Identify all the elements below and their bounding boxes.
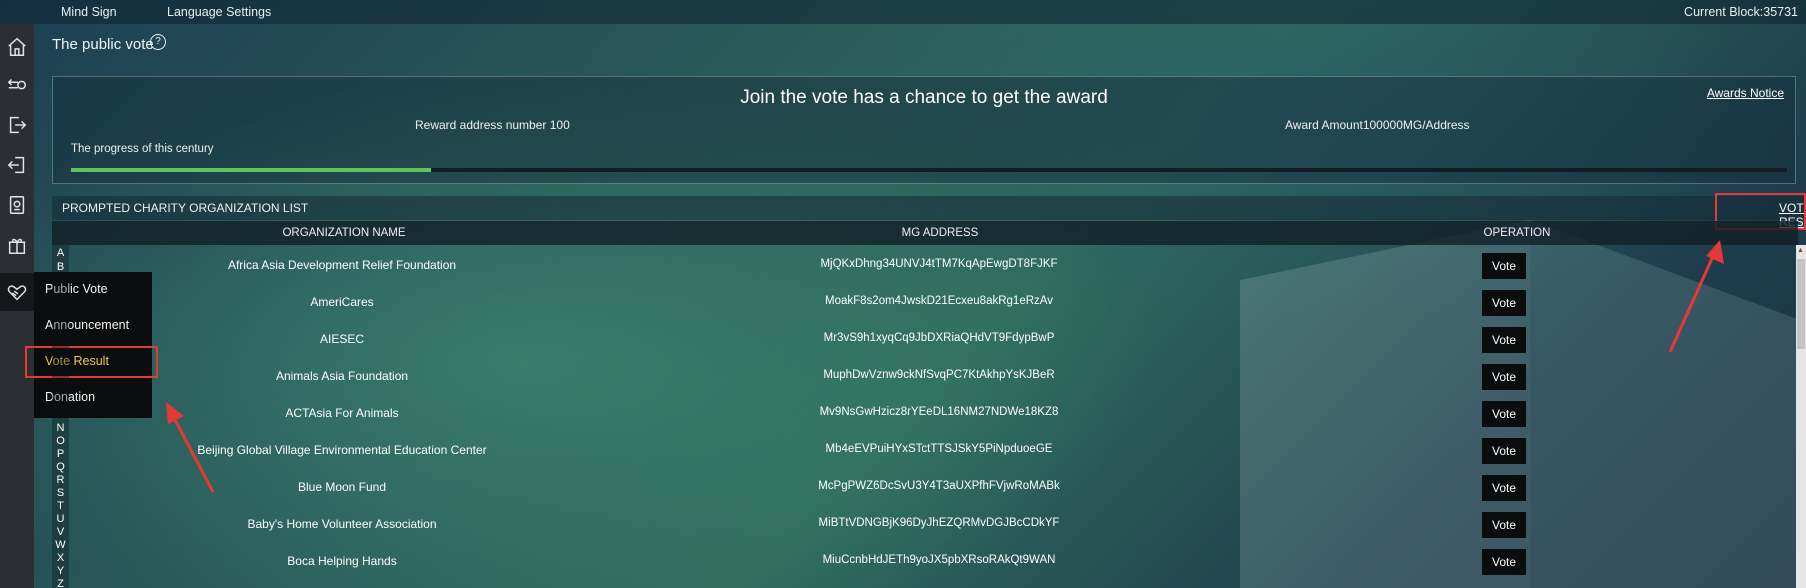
- mg-address: MjQKxDhng34UNVJ4tTM7KqApEwgDT8FJKF: [820, 258, 1058, 270]
- organization-name: Boca Helping Hands: [287, 554, 397, 568]
- vote-button[interactable]: Vote: [1482, 512, 1526, 538]
- alpha-letter[interactable]: W: [52, 539, 69, 551]
- alpha-letter[interactable]: U: [52, 513, 69, 525]
- alpha-letter[interactable]: Q: [52, 461, 69, 473]
- alpha-letter[interactable]: V: [52, 526, 69, 538]
- alpha-letter[interactable]: R: [52, 474, 69, 486]
- column-operation: OPERATION: [1483, 227, 1551, 239]
- organization-name: Animals Asia Foundation: [275, 369, 409, 383]
- alpha-letter[interactable]: Y: [52, 565, 69, 577]
- vote-button[interactable]: Vote: [1482, 549, 1526, 575]
- mg-address: McPgPWZ6DcSvU3Y4T3aUXPfhFVjwRoMABk: [818, 480, 1060, 492]
- mg-address: MuphDwVznw9ckNfSvqPC7KtAkhpYsKJBeR: [823, 369, 1055, 381]
- vote-button[interactable]: Vote: [1482, 327, 1526, 353]
- alphabet-index: A B N O P Q R S T U V W X Y Z: [52, 245, 69, 588]
- progress-fill: [71, 168, 432, 172]
- mg-address: MiuCcnbHdJETh9yoJX5pbXRsoRAkQt9WAN: [822, 554, 1056, 566]
- table-row: AmeriCares MoakF8s2om4JwskD21Ecxeu8akRg1…: [69, 284, 1798, 321]
- column-mg-address: MG ADDRESS: [901, 227, 979, 239]
- table-row: Baby's Home Volunteer Association MiBTtV…: [69, 506, 1798, 543]
- scroll-up-icon[interactable]: ▲: [1797, 247, 1804, 254]
- organization-name: Africa Asia Development Relief Foundatio…: [227, 258, 457, 272]
- table-row: Animals Asia Foundation MuphDwVznw9ckNfS…: [69, 358, 1798, 395]
- table-column-header: ORGANIZATION NAME MG ADDRESS OPERATION: [52, 221, 1798, 245]
- awards-notice-link[interactable]: Awards Notice: [1707, 86, 1784, 100]
- award-title: Join the vote has a chance to get the aw…: [740, 87, 1108, 108]
- table-scrollbar[interactable]: ▲: [1796, 245, 1806, 588]
- page-title: The public vote: [52, 36, 154, 53]
- mg-address: Mb4eEVPuiHYxSTctTTSJSkY5PiNpduoeGE: [825, 443, 1053, 455]
- help-icon[interactable]: ?: [150, 34, 166, 50]
- alpha-letter[interactable]: X: [52, 552, 69, 564]
- table-row: Africa Asia Development Relief Foundatio…: [69, 247, 1798, 284]
- table-row: Beijing Global Village Environmental Edu…: [69, 432, 1798, 469]
- vote-button[interactable]: Vote: [1482, 253, 1526, 279]
- vote-button[interactable]: Vote: [1482, 438, 1526, 464]
- organization-name: Beijing Global Village Environmental Edu…: [197, 443, 487, 457]
- award-amount: Award Amount100000MG/Address: [1285, 118, 1470, 132]
- heart-hands-icon[interactable]: [0, 273, 34, 311]
- gift-icon[interactable]: [4, 232, 30, 258]
- top-bar: Mind Sign Language Settings Current Bloc…: [0, 0, 1806, 24]
- transfer-icon[interactable]: [4, 72, 30, 98]
- organization-name: ACTAsia For Animals: [285, 406, 399, 420]
- mg-address: Mr3vS9h1xyqCq9JbDXRiaQHdVT9FdypBwP: [823, 332, 1055, 344]
- table-row: ACTAsia For Animals Mv9NsGwHzicz8rYEeDL1…: [69, 395, 1798, 432]
- alpha-letter[interactable]: A: [52, 247, 69, 259]
- home-icon[interactable]: [4, 34, 30, 60]
- vote-button[interactable]: Vote: [1482, 475, 1526, 501]
- table-row: AIESEC Mr3vS9h1xyqCq9JbDXRiaQHdVT9FdypBw…: [69, 321, 1798, 358]
- column-organization-name: ORGANIZATION NAME: [282, 227, 406, 239]
- progress-bar: [71, 168, 1787, 172]
- award-panel: Join the vote has a chance to get the aw…: [52, 76, 1796, 184]
- login-icon[interactable]: [4, 152, 30, 178]
- alpha-letter[interactable]: P: [52, 448, 69, 460]
- alpha-letter[interactable]: T: [52, 500, 69, 512]
- organization-name: AmeriCares: [310, 295, 374, 309]
- organization-name: Blue Moon Fund: [297, 480, 387, 494]
- alpha-letter[interactable]: N: [52, 422, 69, 434]
- alpha-letter[interactable]: S: [52, 487, 69, 499]
- organization-name: AIESEC: [319, 332, 365, 346]
- vote-button[interactable]: Vote: [1482, 290, 1526, 316]
- vote-button[interactable]: Vote: [1482, 401, 1526, 427]
- table-row: Boca Helping Hands MiuCcnbHdJETh9yoJX5pb…: [69, 543, 1798, 580]
- list-title: PROMPTED CHARITY ORGANIZATION LIST: [62, 201, 309, 215]
- menu-language-settings[interactable]: Language Settings: [167, 5, 271, 19]
- alpha-letter[interactable]: B: [52, 261, 69, 273]
- organization-list-header: PROMPTED CHARITY ORGANIZATION LIST VOTE …: [52, 196, 1806, 229]
- scrollbar-thumb[interactable]: [1797, 259, 1805, 349]
- left-icon-rail: [0, 24, 34, 588]
- vote-button[interactable]: Vote: [1482, 364, 1526, 390]
- menu-mind-sign[interactable]: Mind Sign: [61, 5, 117, 19]
- alpha-letter[interactable]: O: [52, 435, 69, 447]
- mg-address: MiBTtVDNGBjK96DyJhEZQRMvDGJBcCDkYF: [818, 517, 1060, 529]
- mg-address: MoakF8s2om4JwskD21Ecxeu8akRg1eRzAv: [825, 295, 1053, 307]
- reward-address-count: Reward address number 100: [415, 118, 570, 132]
- table-row: Blue Moon Fund McPgPWZ6DcSvU3Y4T3aUXPfhF…: [69, 469, 1798, 506]
- organization-name: Baby's Home Volunteer Association: [247, 517, 437, 531]
- logout-icon[interactable]: [4, 112, 30, 138]
- mg-address: Mv9NsGwHzicz8rYEeDL16NM27NDWe18KZ8: [819, 406, 1059, 418]
- progress-label: The progress of this century: [71, 143, 214, 155]
- alpha-letter[interactable]: Z: [52, 578, 69, 588]
- current-block: Current Block:35731: [1684, 5, 1798, 19]
- contract-icon[interactable]: [4, 192, 30, 218]
